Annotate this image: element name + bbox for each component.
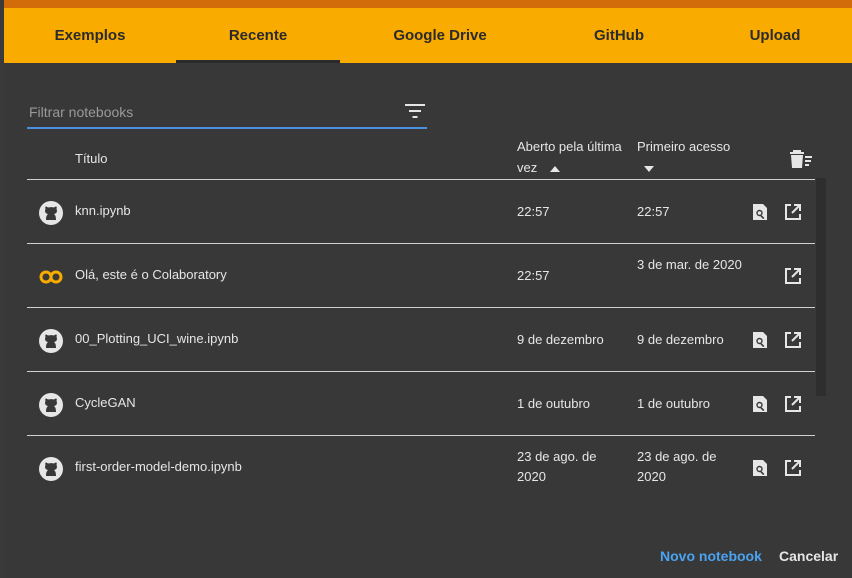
last-opened: 22:57	[517, 268, 550, 283]
table-row[interactable]: Olá, este é o Colaboratory 22:57 3 de ma…	[27, 244, 815, 307]
tab-github[interactable]: GitHub	[540, 8, 698, 63]
first-access: 23 de ago. de 2020	[637, 449, 717, 484]
new-notebook-button[interactable]: Novo notebook	[660, 548, 762, 564]
tab-upload[interactable]: Upload	[698, 8, 852, 63]
tab-label: Exemplos	[54, 27, 126, 44]
preview-icon[interactable]	[752, 459, 768, 477]
tab-label: Google Drive	[393, 27, 487, 44]
tab-recente[interactable]: Recente	[176, 8, 340, 63]
colab-icon	[39, 270, 63, 284]
table-row[interactable]: CycleGAN 1 de outubro 1 de outubro	[27, 372, 815, 435]
notebook-name: first-order-model-demo.ipynb	[75, 459, 242, 474]
last-opened: 1 de outubro	[517, 396, 591, 411]
first-access: 22:57	[637, 204, 670, 219]
column-header-opened-label: Aberto pela última vez	[517, 139, 622, 175]
first-access: 9 de dezembro	[637, 332, 724, 347]
open-in-new-tab-icon[interactable]	[784, 267, 802, 285]
table-row[interactable]: 00_Plotting_UCI_wine.ipynb 9 de dezembro…	[27, 308, 815, 371]
column-header-title: Título	[75, 151, 108, 166]
last-opened: 23 de ago. de 2020	[517, 449, 597, 484]
cancel-button[interactable]: Cancelar	[779, 548, 838, 564]
tab-label: Recente	[228, 27, 288, 44]
open-in-new-tab-icon[interactable]	[784, 459, 802, 477]
table-row[interactable]: knn.ipynb 22:57 22:57	[27, 180, 815, 243]
sort-descending-icon	[644, 165, 654, 172]
github-icon	[39, 201, 63, 225]
filter-field	[27, 97, 427, 129]
table-scrollbar[interactable]	[816, 178, 826, 396]
first-access: 3 de mar. de 2020	[637, 257, 742, 272]
last-opened: 9 de dezembro	[517, 332, 604, 347]
open-in-new-tab-icon[interactable]	[784, 395, 802, 413]
open-in-new-tab-icon[interactable]	[784, 203, 802, 221]
tab-exemplos[interactable]: Exemplos	[4, 8, 176, 63]
filter-list-icon[interactable]	[405, 103, 425, 119]
preview-icon[interactable]	[752, 331, 768, 349]
column-header-first-label: Primeiro acesso	[637, 139, 731, 154]
preview-icon[interactable]	[752, 203, 768, 221]
preview-icon[interactable]	[752, 395, 768, 413]
notebook-name: CycleGAN	[75, 395, 136, 410]
open-in-new-tab-icon[interactable]	[784, 331, 802, 349]
sort-ascending-icon	[549, 165, 560, 172]
first-access: 1 de outubro	[637, 396, 711, 411]
notebook-name: knn.ipynb	[75, 203, 131, 218]
open-notebook-dialog: Exemplos Recente Google Drive GitHub Upl…	[4, 0, 852, 578]
table-row[interactable]: first-order-model-demo.ipynb 23 de ago. …	[27, 436, 815, 499]
github-icon	[39, 457, 63, 481]
delete-sweep-icon[interactable]	[789, 149, 813, 169]
tab-google-drive[interactable]: Google Drive	[340, 8, 540, 63]
github-icon	[39, 393, 63, 417]
filter-input[interactable]	[27, 99, 401, 125]
column-header-opened[interactable]: Aberto pela última vez	[517, 136, 627, 178]
column-header-first-access[interactable]: Primeiro acesso	[637, 136, 747, 178]
github-icon	[39, 329, 63, 353]
dialog-top-accent	[4, 0, 852, 8]
notebook-name: Olá, este é o Colaboratory	[75, 267, 227, 282]
notebook-name: 00_Plotting_UCI_wine.ipynb	[75, 331, 239, 346]
last-opened: 22:57	[517, 204, 550, 219]
tab-label: Upload	[749, 27, 801, 44]
tab-bar: Exemplos Recente Google Drive GitHub Upl…	[4, 8, 852, 63]
tab-label: GitHub	[594, 27, 644, 44]
